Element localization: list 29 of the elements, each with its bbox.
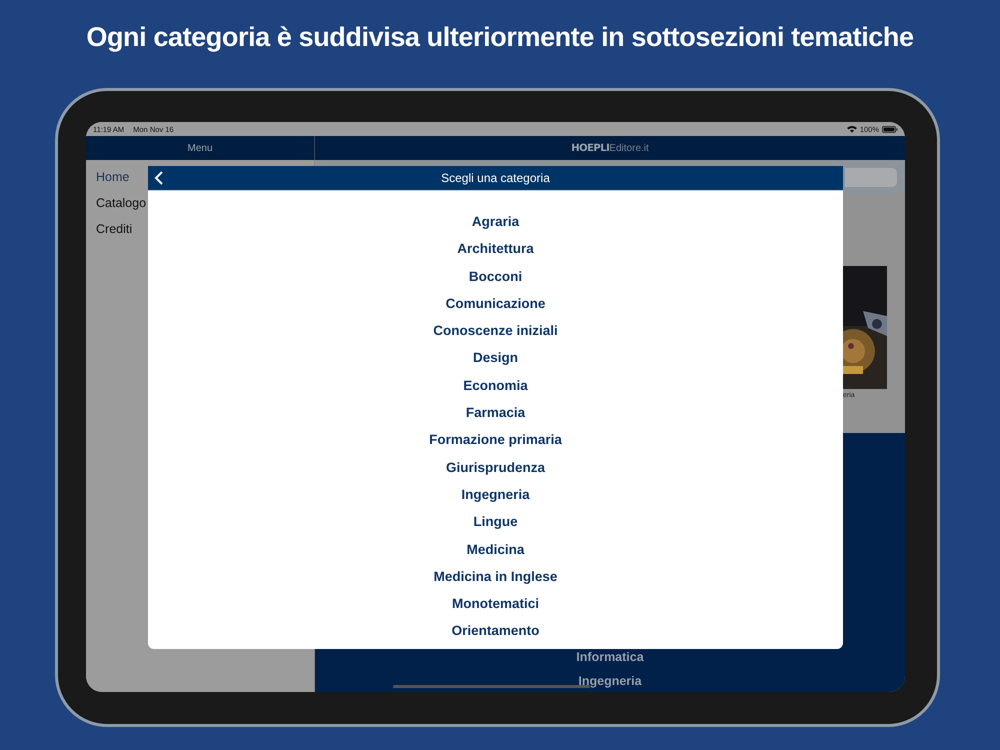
sidebar-item[interactable]: Catalogo [96, 190, 146, 216]
category-item[interactable]: Farmacia [466, 399, 526, 426]
headline: Ogni categoria è suddivisa ulteriormente in sottosezioni tematiche [86, 22, 914, 53]
category-item[interactable]: Ingegneria [461, 480, 530, 508]
search-field[interactable] [845, 168, 897, 186]
modal-title: Scegli una categoria [441, 171, 550, 185]
wifi-icon [846, 125, 857, 133]
category-item[interactable]: Agraria [472, 208, 520, 236]
category-item[interactable]: Economia [463, 372, 528, 400]
battery-icon [882, 126, 898, 132]
category-item[interactable]: Architettura [457, 235, 534, 263]
list-item[interactable]: Ingegneria [578, 673, 642, 689]
category-item[interactable]: Comunicazione [446, 290, 546, 318]
sidebar-item[interactable]: Crediti [96, 216, 132, 242]
category-item[interactable]: Lingue [473, 508, 518, 536]
sidebar-item[interactable]: Home [96, 164, 130, 190]
category-item[interactable]: Medicina [466, 536, 524, 563]
category-item[interactable]: Monotematici [452, 590, 539, 618]
category-item[interactable]: Giurisprudenza [446, 454, 545, 481]
category-item[interactable]: Bocconi [468, 262, 522, 290]
category-item[interactable]: Formazione primaria [429, 426, 562, 454]
category-item[interactable]: Medicina in Inglese [434, 562, 558, 590]
category-item[interactable]: Conoscenze iniziali [433, 317, 558, 344]
logo: HOEPLIEditore.it [571, 142, 649, 154]
back-icon[interactable] [154, 171, 164, 185]
category-item[interactable]: Orientamento [452, 617, 540, 645]
category-item[interactable]: Design [472, 344, 518, 372]
menu-title: Menu [187, 142, 212, 154]
list-item[interactable]: Informatica [576, 649, 644, 665]
